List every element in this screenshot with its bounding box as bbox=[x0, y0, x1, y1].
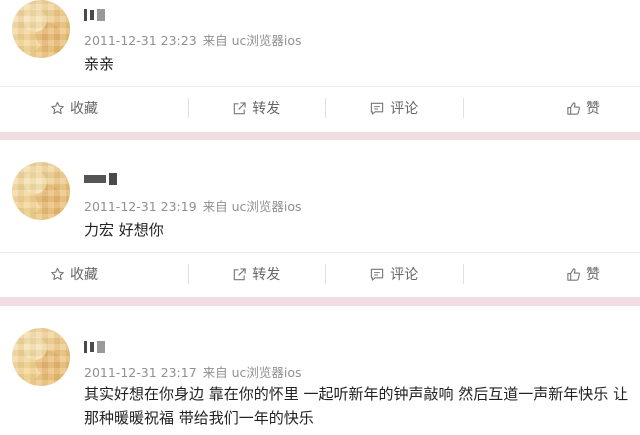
repost-button[interactable]: 转发 bbox=[187, 254, 326, 294]
repost-label: 转发 bbox=[252, 267, 281, 283]
thumbs-up-icon bbox=[567, 101, 581, 115]
avatar[interactable] bbox=[12, 162, 70, 220]
timestamp: 2011-12-31 23:17 bbox=[84, 365, 197, 380]
comment-icon bbox=[371, 102, 384, 115]
like-button[interactable]: 赞 bbox=[462, 88, 640, 128]
star-icon bbox=[51, 267, 64, 280]
username-redacted[interactable] bbox=[84, 172, 117, 186]
post-meta: 2011-12-31 23:17 来自 uc浏览器ios bbox=[84, 362, 302, 381]
post-card: 2011-12-31 23:23 来自 uc浏览器ios 亲亲 收藏 转发 评论 … bbox=[0, 0, 640, 132]
repost-label: 转发 bbox=[252, 101, 281, 117]
comment-icon bbox=[371, 268, 384, 281]
comment-button[interactable]: 评论 bbox=[325, 254, 463, 294]
repost-button[interactable]: 转发 bbox=[187, 88, 326, 128]
source-label[interactable]: 来自 uc浏览器ios bbox=[203, 33, 302, 48]
thumbs-up-icon bbox=[567, 267, 581, 281]
post-card: 2011-12-31 23:19 来自 uc浏览器ios 力宏 好想你 收藏 转发… bbox=[0, 140, 640, 297]
post-card: 2011-12-31 23:17 来自 uc浏览器ios 其实好想在你身边 靠在你… bbox=[0, 306, 640, 435]
timestamp: 2011-12-31 23:19 bbox=[84, 199, 197, 214]
comment-button[interactable]: 评论 bbox=[325, 88, 463, 128]
post-content: 力宏 好想你 bbox=[84, 221, 164, 239]
comment-label: 评论 bbox=[390, 267, 419, 283]
star-icon bbox=[51, 101, 64, 114]
favorite-button[interactable]: 收藏 bbox=[0, 88, 188, 128]
favorite-button[interactable]: 收藏 bbox=[0, 254, 188, 294]
timestamp: 2011-12-31 23:23 bbox=[84, 33, 197, 48]
like-label: 赞 bbox=[586, 101, 600, 117]
divider bbox=[0, 86, 640, 87]
post-content: 亲亲 bbox=[84, 55, 115, 73]
divider bbox=[0, 252, 640, 253]
action-bar: 收藏 转发 评论 赞 bbox=[0, 88, 640, 128]
avatar[interactable] bbox=[12, 0, 70, 58]
share-icon bbox=[234, 267, 246, 280]
post-meta: 2011-12-31 23:19 来自 uc浏览器ios bbox=[84, 196, 302, 215]
comment-label: 评论 bbox=[390, 101, 419, 117]
like-button[interactable]: 赞 bbox=[462, 254, 640, 294]
favorite-label: 收藏 bbox=[70, 267, 98, 283]
username-redacted[interactable] bbox=[84, 8, 105, 22]
username-redacted[interactable] bbox=[84, 340, 105, 354]
action-bar: 收藏 转发 评论 赞 bbox=[0, 254, 640, 294]
post-meta: 2011-12-31 23:23 来自 uc浏览器ios bbox=[84, 30, 302, 49]
post-content: 其实好想在你身边 靠在你的怀里 一起听新年的钟声敲响 然后互道一声新年快乐 让那… bbox=[84, 385, 629, 427]
like-label: 赞 bbox=[586, 267, 600, 283]
avatar[interactable] bbox=[12, 328, 70, 386]
source-label[interactable]: 来自 uc浏览器ios bbox=[203, 199, 302, 214]
source-label[interactable]: 来自 uc浏览器ios bbox=[203, 365, 302, 380]
share-icon bbox=[234, 101, 246, 114]
favorite-label: 收藏 bbox=[70, 101, 98, 117]
